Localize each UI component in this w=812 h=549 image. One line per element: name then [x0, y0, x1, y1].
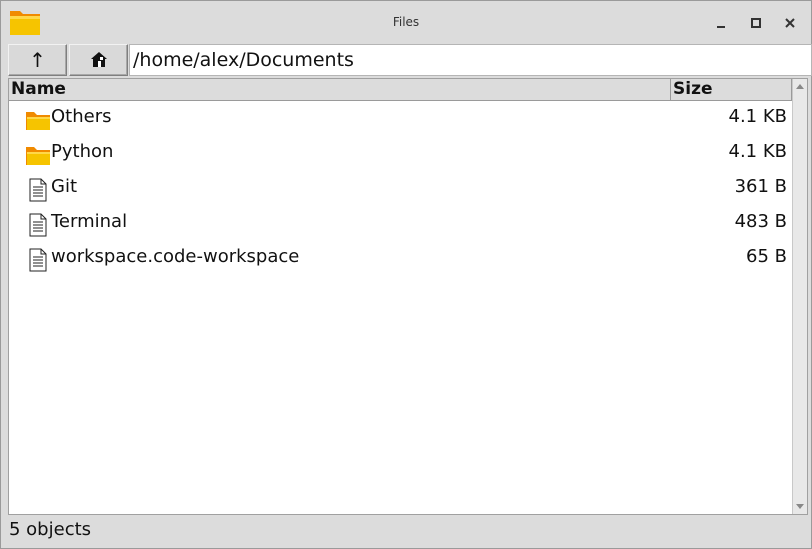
file-name: workspace.code-workspace	[51, 246, 300, 267]
file-list[interactable]: Name Size Others 4.1 KB Python 4.1 KB Gi…	[8, 78, 808, 515]
folder-icon	[26, 112, 50, 130]
list-item[interactable]: Others 4.1 KB	[9, 101, 792, 136]
list-header: Name Size	[9, 79, 792, 101]
file-name: Git	[51, 176, 78, 197]
file-manager-window: Files ↑ /home/alex/Documents Name Size O…	[0, 0, 812, 549]
scroll-down-icon[interactable]	[793, 500, 807, 514]
maximize-icon[interactable]	[747, 14, 765, 32]
close-icon[interactable]	[781, 14, 799, 32]
file-name: Python	[51, 141, 114, 162]
list-item[interactable]: Terminal 483 B	[9, 206, 792, 241]
status-bar: 5 objects	[1, 516, 811, 548]
file-icon	[29, 178, 47, 202]
file-size: 361 B	[734, 176, 787, 197]
home-button[interactable]	[69, 44, 128, 76]
file-size: 4.1 KB	[728, 141, 788, 162]
list-item[interactable]: Git 361 B	[9, 171, 792, 206]
file-size: 483 B	[734, 211, 787, 232]
scroll-up-icon[interactable]	[793, 79, 807, 93]
file-icon	[29, 213, 47, 237]
file-name: Others	[51, 106, 112, 127]
go-up-button[interactable]: ↑	[8, 44, 67, 76]
folder-icon	[26, 147, 50, 165]
file-name: Terminal	[51, 211, 128, 232]
up-arrow-icon: ↑	[29, 48, 46, 72]
list-item[interactable]: workspace.code-workspace 65 B	[9, 241, 792, 276]
title-bar[interactable]: Files	[1, 1, 811, 44]
file-size: 4.1 KB	[728, 106, 788, 127]
file-size: 65 B	[746, 246, 787, 267]
file-icon	[29, 248, 47, 272]
column-header-name[interactable]: Name	[9, 79, 671, 101]
window-title: Files	[392, 15, 420, 29]
status-text: 5 objects	[9, 519, 92, 540]
toolbar: ↑ /home/alex/Documents	[8, 44, 812, 77]
rows: Others 4.1 KB Python 4.1 KB Git 361 B Te…	[9, 101, 792, 276]
home-icon	[90, 52, 107, 67]
vertical-scrollbar[interactable]	[792, 79, 807, 514]
column-header-size[interactable]: Size	[671, 79, 792, 101]
list-item[interactable]: Python 4.1 KB	[9, 136, 792, 171]
path-field[interactable]: /home/alex/Documents	[129, 44, 812, 76]
minimize-icon[interactable]	[712, 14, 730, 32]
